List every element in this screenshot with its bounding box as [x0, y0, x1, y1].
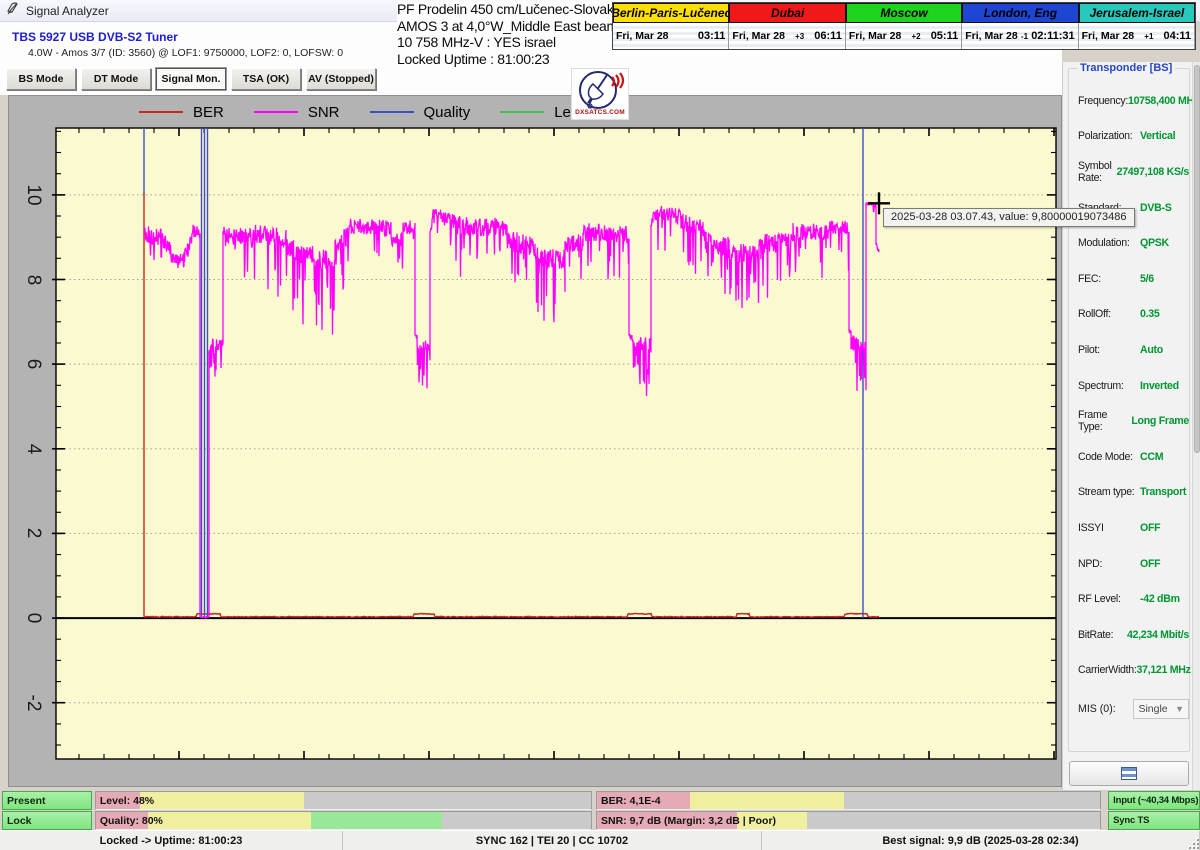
tab-dt-mode[interactable]: DT Mode: [81, 68, 151, 90]
clock-5: Jerusalem-IsraelFri, Mar 28+104:11: [1079, 3, 1195, 49]
satellite-dish-icon: [574, 69, 626, 111]
transponder-row-rolloff: RollOff:0.35: [1069, 297, 1189, 333]
transponder-row-fec: FEC:5/6: [1069, 261, 1189, 297]
legend-item-snr: SNR: [254, 104, 340, 121]
statusbar-section-2: SYNC 162 | TEI 20 | CC 10702: [343, 831, 762, 850]
legend-item-ber: BER: [139, 104, 224, 121]
legend-line-icon: [254, 111, 298, 114]
mode-tabs: BS ModeDT ModeSignal Mon.TSA (OK)AV (Sto…: [6, 68, 376, 92]
status-bar: Locked -> Uptime: 81:00:23SYNC 162 | TEI…: [0, 830, 1200, 850]
transponder-row-stream-type: Stream type:Transport: [1069, 475, 1189, 511]
signal-chart-panel: BERSNRQualityLevel 1086420-2 2025-03-28 …: [8, 95, 1062, 787]
quality-gauge: Quality: 80%: [95, 811, 592, 830]
clock-city: London, Eng: [962, 3, 1078, 23]
clock-city: Moscow: [846, 3, 962, 23]
clock-time: Fri, Mar 28+306:11: [729, 23, 845, 49]
mis-value: Single: [1138, 703, 1167, 715]
indicator-row: PresentLevel: 48%BER: 4,1E-4 Input (~40,3…: [0, 791, 1200, 810]
y-tick-label: 6: [19, 350, 47, 378]
transponder-panel: Transponder [BS] Frequency:10758,400 MHz…: [1062, 62, 1200, 790]
signal-analyzer-window: Signal Analyzer TBS 5927 USB DVB-S2 Tune…: [0, 0, 1200, 850]
clock-time: Fri, Mar 2803:11: [613, 23, 729, 49]
site-info: PF Prodelin 450 cm/Lučenec-Slovakia AMOS…: [397, 1, 623, 67]
present-badge: Present: [2, 791, 92, 810]
snr-trace: [144, 202, 879, 618]
statusbar-section-3: Best signal: 9,9 dB (2025-03-28 02:34): [762, 831, 1200, 850]
chart-tooltip: 2025-03-28 03.07.43, value: 9,8000001907…: [883, 208, 1135, 227]
legend-line-icon: [370, 111, 414, 114]
transponder-row-frequency: Frequency:10758,400 MHz: [1069, 83, 1189, 119]
transponder-rows: Frequency:10758,400 MHzPolarization:Vert…: [1069, 83, 1189, 688]
clock-4: London, EngFri, Mar 28-102:11:31: [962, 3, 1078, 49]
y-tick-label: -2: [19, 689, 47, 717]
y-tick-label: 10: [19, 181, 47, 209]
app-icon: [6, 1, 20, 20]
tab-av-stopped[interactable]: AV (Stopped): [306, 68, 376, 90]
sync-badge: Sync TS: [1108, 811, 1200, 830]
transponder-row-polarization: Polarization:Vertical: [1069, 119, 1189, 155]
transponder-row-rf-level: RF Level:-42 dBm: [1069, 581, 1189, 617]
tuner-title: TBS 5927 USB DVB-S2 Tuner: [12, 30, 178, 44]
clock-2: DubaiFri, Mar 28+306:11: [729, 3, 845, 49]
legend-line-icon: [500, 111, 544, 114]
world-clocks-panel: Berlin-Paris-LučenecFri, Mar 2803:11Duba…: [612, 2, 1196, 50]
transponder-row-issyi: ISSYIOFF: [1069, 510, 1189, 546]
lock-badge: Lock: [2, 811, 92, 830]
transponder-row-code-mode: Code Mode:CCM: [1069, 439, 1189, 475]
clock-city: Berlin-Paris-Lučenec: [613, 3, 729, 23]
tuner-subtitle: 4.0W - Amos 3/7 (ID: 3560) @ LOF1: 97500…: [28, 47, 343, 59]
transponder-row-frame-type: Frame Type:Long Frame: [1069, 403, 1189, 439]
transponder-row-bitrate: BitRate:42,234 Mbit/s: [1069, 617, 1189, 653]
tab-signal-mon[interactable]: Signal Mon.: [156, 68, 226, 90]
level-gauge: Level: 48%: [95, 791, 592, 810]
window-title: Signal Analyzer: [26, 4, 109, 18]
tab-bs-mode[interactable]: BS Mode: [6, 68, 76, 90]
panel-scrollbar-thumb[interactable]: [1194, 65, 1200, 453]
site-line-4: Locked Uptime : 81:00:23: [397, 51, 623, 68]
y-tick-label: 2: [19, 519, 47, 547]
panel-scrollbar[interactable]: [1192, 62, 1200, 790]
legend-line-icon: [139, 111, 183, 114]
transponder-row-npd: NPD:OFF: [1069, 546, 1189, 582]
resize-grip[interactable]: [1187, 837, 1199, 849]
dxsatcs-logo: DXSATCS.COM: [571, 68, 629, 120]
indicator-rows: PresentLevel: 48%BER: 4,1E-4 Input (~40,3…: [0, 791, 1200, 831]
site-line-1: PF Prodelin 450 cm/Lučenec-Slovakia: [397, 1, 623, 18]
clock-time: Fri, Mar 28+104:11: [1079, 23, 1195, 49]
chevron-down-icon: ▼: [1175, 704, 1184, 714]
transponder-row-pilot: Pilot:Auto: [1069, 332, 1189, 368]
indicator-row: LockQuality: 80%SNR: 9,7 dB (Margin: 3,2…: [0, 811, 1200, 830]
site-line-2: AMOS 3 at 4,0°W_Middle East beam: [397, 18, 623, 35]
ber-gauge: BER: 4,1E-4: [596, 791, 1101, 810]
y-tick-label: 0: [19, 604, 47, 632]
transponder-title: Transponder [BS]: [1077, 62, 1175, 74]
mis-label: MIS (0):: [1078, 703, 1133, 715]
y-tick-label: 8: [19, 266, 47, 294]
mis-dropdown[interactable]: Single ▼: [1133, 699, 1189, 719]
snr-gauge: SNR: 9,7 dB (Margin: 3,2 dB | Poor): [596, 811, 1101, 830]
clock-time: Fri, Mar 28-102:11:31: [962, 23, 1078, 49]
clock-time: Fri, Mar 28+205:11: [846, 23, 962, 49]
transponder-row-symbol-rate: Symbol Rate:27497,108 KS/s: [1069, 154, 1189, 190]
transponder-action-button[interactable]: [1069, 761, 1189, 786]
transponder-row-modulation: Modulation:QPSK: [1069, 225, 1189, 261]
y-tick-label: 4: [19, 435, 47, 463]
clock-1: Berlin-Paris-LučenecFri, Mar 2803:11: [613, 3, 729, 49]
site-line-3: 10 758 MHz-V : YES israel: [397, 34, 623, 51]
input-badge: Input (~40,34 Mbps): [1108, 791, 1200, 810]
statusbar-section-1: Locked -> Uptime: 81:00:23: [0, 831, 343, 850]
clock-city: Dubai: [729, 3, 845, 23]
ber-trace: [144, 613, 879, 617]
legend-item-quality: Quality: [370, 104, 471, 121]
mis-row: MIS (0): Single ▼: [1069, 699, 1189, 719]
chart-legend: BERSNRQualityLevel: [139, 98, 590, 126]
transponder-groupbox: Transponder [BS] Frequency:10758,400 MHz…: [1068, 68, 1190, 752]
tab-tsa-ok[interactable]: TSA (OK): [231, 68, 301, 90]
transponder-row-carrierwidth: CarrierWidth:37,121 MHz: [1069, 653, 1189, 689]
transponder-row-spectrum: Spectrum:Inverted: [1069, 368, 1189, 404]
machine-icon: [1121, 767, 1137, 780]
clock-city: Jerusalem-Israel: [1079, 3, 1195, 23]
logo-caption: DXSATCS.COM: [575, 109, 625, 116]
clock-3: MoscowFri, Mar 28+205:11: [846, 3, 962, 49]
